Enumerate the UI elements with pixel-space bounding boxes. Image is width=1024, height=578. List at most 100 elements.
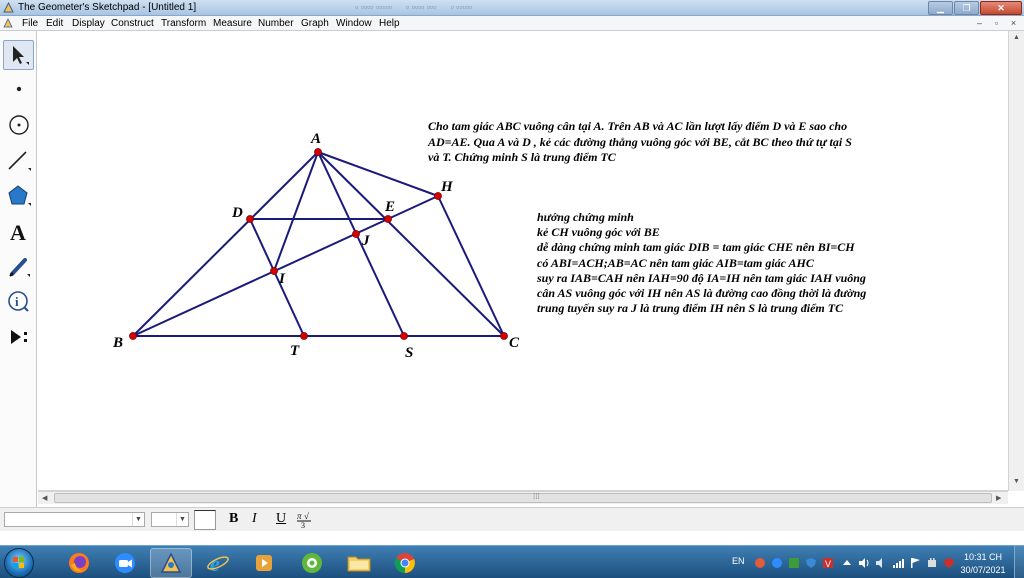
segment-ac[interactable] xyxy=(317,151,505,337)
point-t[interactable] xyxy=(300,332,308,340)
clock-time[interactable]: 10:31 CH xyxy=(958,552,1008,562)
menu-help[interactable]: Help xyxy=(379,18,400,29)
point-s[interactable] xyxy=(400,332,408,340)
window-title: The Geometer's Sketchpad - [Untitled 1] xyxy=(18,2,197,13)
point-d[interactable] xyxy=(246,215,254,223)
clock-date[interactable]: 30/07/2021 xyxy=(958,565,1008,575)
math-format-icon[interactable]: π √ 3 xyxy=(296,511,312,529)
custom-tool[interactable] xyxy=(3,322,34,352)
solution-line: dễ dàng chứng minh tam giác DIB = tam gi… xyxy=(537,240,855,255)
information-tool[interactable]: i xyxy=(3,287,34,317)
minimize-button[interactable]: ▁ xyxy=(928,1,953,15)
italic-button[interactable]: I xyxy=(252,511,257,529)
polygon-tool[interactable] xyxy=(3,181,34,211)
taskbar-firefox[interactable] xyxy=(58,548,100,578)
doc-minimize-button[interactable]: – xyxy=(973,18,986,29)
problem-text[interactable]: Cho tam giác ABC vuông cân tại A. Trên A… xyxy=(428,119,852,166)
point-a[interactable] xyxy=(314,148,322,156)
toolbox: A i xyxy=(0,31,37,507)
marker-tool[interactable] xyxy=(3,252,34,282)
underline-button[interactable]: U xyxy=(276,511,286,529)
network-icon[interactable] xyxy=(892,557,904,569)
speaker-icon[interactable] xyxy=(875,557,887,569)
segment-bh[interactable] xyxy=(132,195,439,337)
volume-icon[interactable] xyxy=(858,557,870,569)
font-family-select[interactable]: ▼ xyxy=(4,512,145,527)
label-i[interactable]: I xyxy=(278,271,286,287)
shield-icon[interactable] xyxy=(805,557,817,569)
label-d[interactable]: D xyxy=(231,205,243,221)
sketchpad-app-icon xyxy=(3,2,14,13)
menu-construct[interactable]: Construct xyxy=(111,18,154,29)
label-c[interactable]: C xyxy=(509,335,520,351)
internet-explorer-icon: e xyxy=(207,551,229,575)
label-s[interactable]: S xyxy=(405,345,413,361)
taskbar-sketchpad[interactable] xyxy=(150,548,192,578)
chevron-up-icon[interactable] xyxy=(841,557,853,569)
menu-number[interactable]: Number xyxy=(258,18,294,29)
taskbar-coccoc-browser[interactable] xyxy=(291,548,333,578)
document-icon[interactable] xyxy=(3,18,13,28)
menu-file[interactable]: File xyxy=(22,18,38,29)
label-e[interactable]: E xyxy=(384,199,395,215)
scroll-down-icon[interactable]: ▼ xyxy=(1013,478,1020,485)
arrow-icon xyxy=(12,46,29,65)
label-a[interactable]: A xyxy=(310,131,321,147)
taskbar-chrome[interactable] xyxy=(384,548,426,578)
horizontal-scroll-thumb[interactable]: ⁞⁞⁞ xyxy=(54,492,992,503)
point-i[interactable] xyxy=(270,267,278,275)
menu-window[interactable]: Window xyxy=(336,18,372,29)
taskbar-zoom[interactable] xyxy=(104,548,146,578)
doc-close-button[interactable]: × xyxy=(1007,18,1020,29)
power-icon[interactable] xyxy=(926,557,938,569)
point-e[interactable] xyxy=(384,215,392,223)
label-j[interactable]: J xyxy=(361,233,370,249)
close-button[interactable]: ✕ xyxy=(980,1,1022,15)
menu-edit[interactable]: Edit xyxy=(46,18,63,29)
menu-graph[interactable]: Graph xyxy=(301,18,329,29)
scroll-left-icon[interactable]: ◀ xyxy=(42,494,47,502)
solution-text[interactable]: hướng chứng minh kẻ CH vuông góc với BE … xyxy=(537,210,866,316)
security-shield-icon[interactable] xyxy=(943,557,955,569)
bold-button[interactable]: B xyxy=(229,511,238,529)
start-button[interactable] xyxy=(4,548,34,578)
problem-line: AD=AE. Qua A và D , kẻ các đường thẳng v… xyxy=(428,134,852,149)
scroll-right-icon[interactable]: ▶ xyxy=(996,494,1001,502)
vertical-scrollbar[interactable]: ▲ ▼ xyxy=(1008,31,1024,491)
unikey-tray-icon[interactable] xyxy=(788,557,800,569)
zoom-tray-icon[interactable] xyxy=(771,557,783,569)
doc-restore-button[interactable]: ▫ xyxy=(990,18,1003,29)
menu-measure[interactable]: Measure xyxy=(213,18,252,29)
point-tool[interactable] xyxy=(3,74,34,104)
label-b[interactable]: B xyxy=(112,335,123,351)
font-size-select[interactable]: ▼ xyxy=(151,512,189,527)
point-b[interactable] xyxy=(129,332,137,340)
segment-hc[interactable] xyxy=(437,195,505,337)
flag-icon[interactable] xyxy=(909,557,921,569)
coccoc-tray-icon[interactable] xyxy=(754,557,766,569)
label-t[interactable]: T xyxy=(290,343,300,359)
svg-text:i: i xyxy=(15,294,19,309)
taskbar-media-player[interactable] xyxy=(243,548,285,578)
compass-tool[interactable] xyxy=(3,110,34,140)
show-desktop-button[interactable] xyxy=(1014,546,1024,578)
vietkey-tray-icon[interactable]: V xyxy=(822,557,834,569)
color-swatch[interactable] xyxy=(194,510,216,530)
horizontal-scrollbar[interactable]: ◀ ⁞⁞⁞ ▶ xyxy=(38,491,1008,504)
point-icon xyxy=(16,86,21,92)
scroll-up-icon[interactable]: ▲ xyxy=(1013,34,1020,41)
point-c[interactable] xyxy=(500,332,508,340)
point-j[interactable] xyxy=(352,230,360,238)
restore-button[interactable]: ❐ xyxy=(954,1,979,15)
straightedge-tool[interactable] xyxy=(3,146,34,176)
sketch-canvas[interactable]: A B C D E H I J T S Cho tam giác ABC vuông cân tạ… xyxy=(38,31,1008,491)
menu-transform[interactable]: Transform xyxy=(161,18,206,29)
menu-display[interactable]: Display xyxy=(72,18,105,29)
label-h[interactable]: H xyxy=(440,179,454,195)
taskbar-internet-explorer[interactable]: e xyxy=(197,548,239,578)
arrow-tool[interactable] xyxy=(3,40,34,70)
taskbar-file-explorer[interactable] xyxy=(338,548,380,578)
language-indicator[interactable]: EN xyxy=(732,556,745,566)
text-tool[interactable]: A xyxy=(3,217,34,247)
polygon-icon xyxy=(7,185,31,206)
